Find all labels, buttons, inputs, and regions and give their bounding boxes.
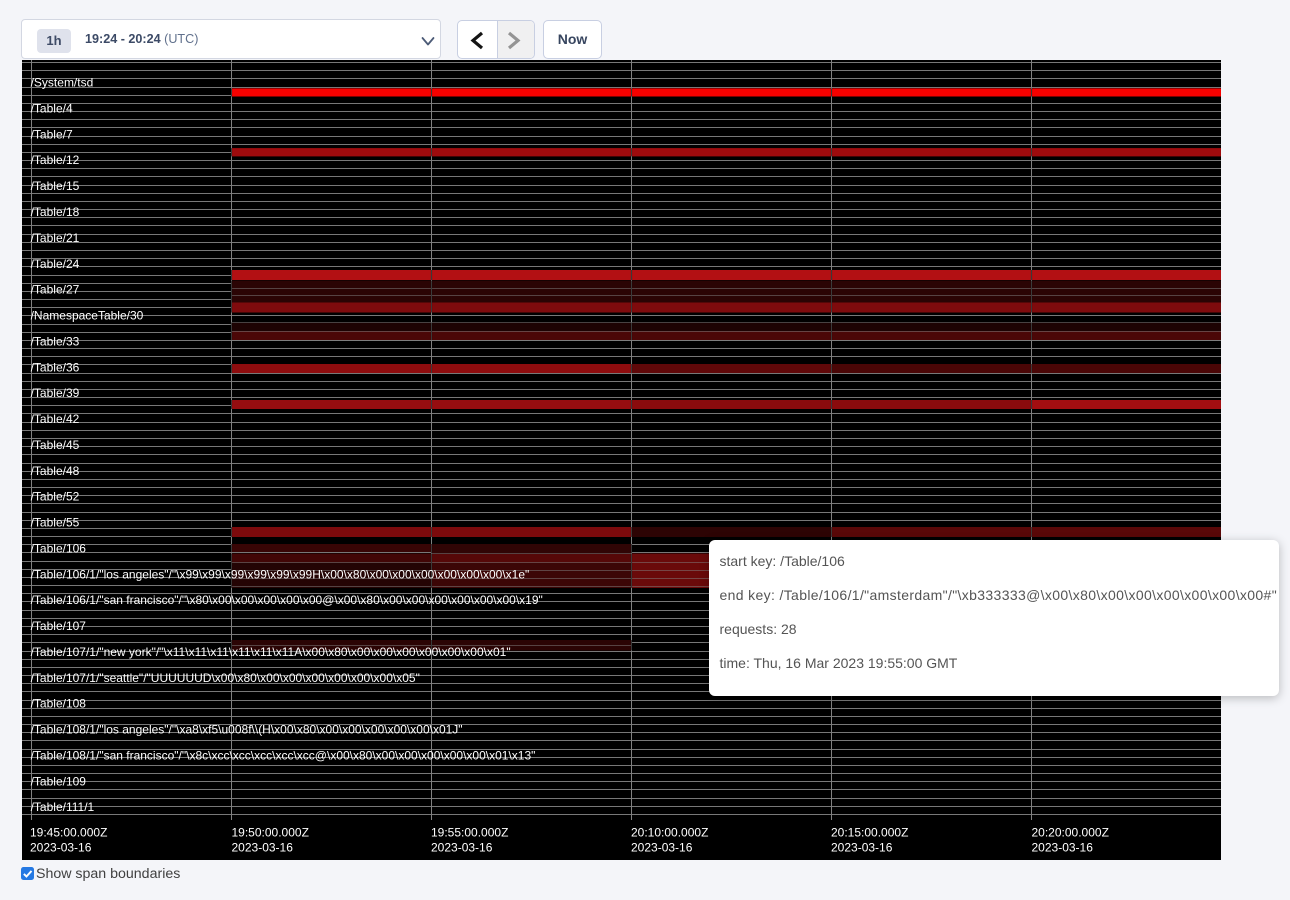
svg-text:/NamespaceTable/30: /NamespaceTable/30 [31, 309, 144, 323]
svg-text:2023-03-16: 2023-03-16 [431, 840, 493, 854]
svg-text:/Table/24: /Table/24 [31, 257, 80, 271]
svg-text:/Table/33: /Table/33 [31, 334, 80, 348]
svg-text:/Table/45: /Table/45 [31, 438, 80, 452]
svg-text:/Table/107: /Table/107 [31, 619, 87, 633]
svg-text:20:10:00.000Z: 20:10:00.000Z [631, 825, 708, 839]
svg-text:/Table/39: /Table/39 [31, 386, 80, 400]
svg-text:/Table/15: /Table/15 [31, 179, 80, 193]
svg-text:/Table/109: /Table/109 [31, 774, 87, 788]
svg-text:19:55:00.000Z: 19:55:00.000Z [431, 825, 508, 839]
svg-text:2023-03-16: 2023-03-16 [1032, 840, 1094, 854]
svg-text:2023-03-16: 2023-03-16 [631, 840, 693, 854]
svg-text:/Table/55: /Table/55 [31, 516, 80, 530]
svg-text:/Table/111/1: /Table/111/1 [31, 800, 95, 814]
svg-text:/Table/106/1/"san francisco"/": /Table/106/1/"san francisco"/"\x80\x00\x… [31, 593, 543, 607]
svg-text:/Table/36: /Table/36 [31, 360, 80, 374]
svg-text:/Table/12: /Table/12 [31, 153, 80, 167]
svg-text:/Table/18: /Table/18 [31, 205, 80, 219]
svg-text:/Table/42: /Table/42 [31, 412, 80, 426]
svg-text:2023-03-16: 2023-03-16 [232, 840, 294, 854]
svg-text:2023-03-16: 2023-03-16 [831, 840, 893, 854]
svg-text:19:45:00.000Z: 19:45:00.000Z [30, 825, 107, 839]
svg-text:/Table/106/1/"los angeles"/"\x: /Table/106/1/"los angeles"/"\x99\x99\x99… [31, 567, 530, 581]
svg-text:/Table/7: /Table/7 [31, 127, 73, 141]
svg-text:/Table/48: /Table/48 [31, 464, 80, 478]
svg-text:/Table/106: /Table/106 [31, 541, 87, 555]
svg-text:/Table/107/1/"new york"/"\x11\: /Table/107/1/"new york"/"\x11\x11\x11\x1… [31, 645, 511, 659]
svg-text:/Table/21: /Table/21 [31, 231, 80, 245]
svg-text:20:15:00.000Z: 20:15:00.000Z [831, 825, 908, 839]
svg-text:/Table/4: /Table/4 [31, 102, 73, 116]
svg-text:2023-03-16: 2023-03-16 [30, 840, 92, 854]
svg-text:/Table/52: /Table/52 [31, 490, 80, 504]
svg-text:/Table/108/1/"san francisco"/": /Table/108/1/"san francisco"/"\x8c\xcc\x… [31, 749, 536, 763]
svg-text:19:50:00.000Z: 19:50:00.000Z [232, 825, 309, 839]
svg-text:/Table/107/1/"seattle"/"UUUUUU: /Table/107/1/"seattle"/"UUUUUUD\x00\x80\… [31, 671, 420, 685]
svg-text:/Table/108/1/"los angeles"/"\x: /Table/108/1/"los angeles"/"\xa8\xf5\u00… [31, 723, 463, 737]
svg-text:/Table/108: /Table/108 [31, 697, 87, 711]
svg-text:/Table/27: /Table/27 [31, 283, 80, 297]
svg-text:/System/tsd: /System/tsd [31, 76, 94, 90]
svg-text:20:20:00.000Z: 20:20:00.000Z [1032, 825, 1109, 839]
